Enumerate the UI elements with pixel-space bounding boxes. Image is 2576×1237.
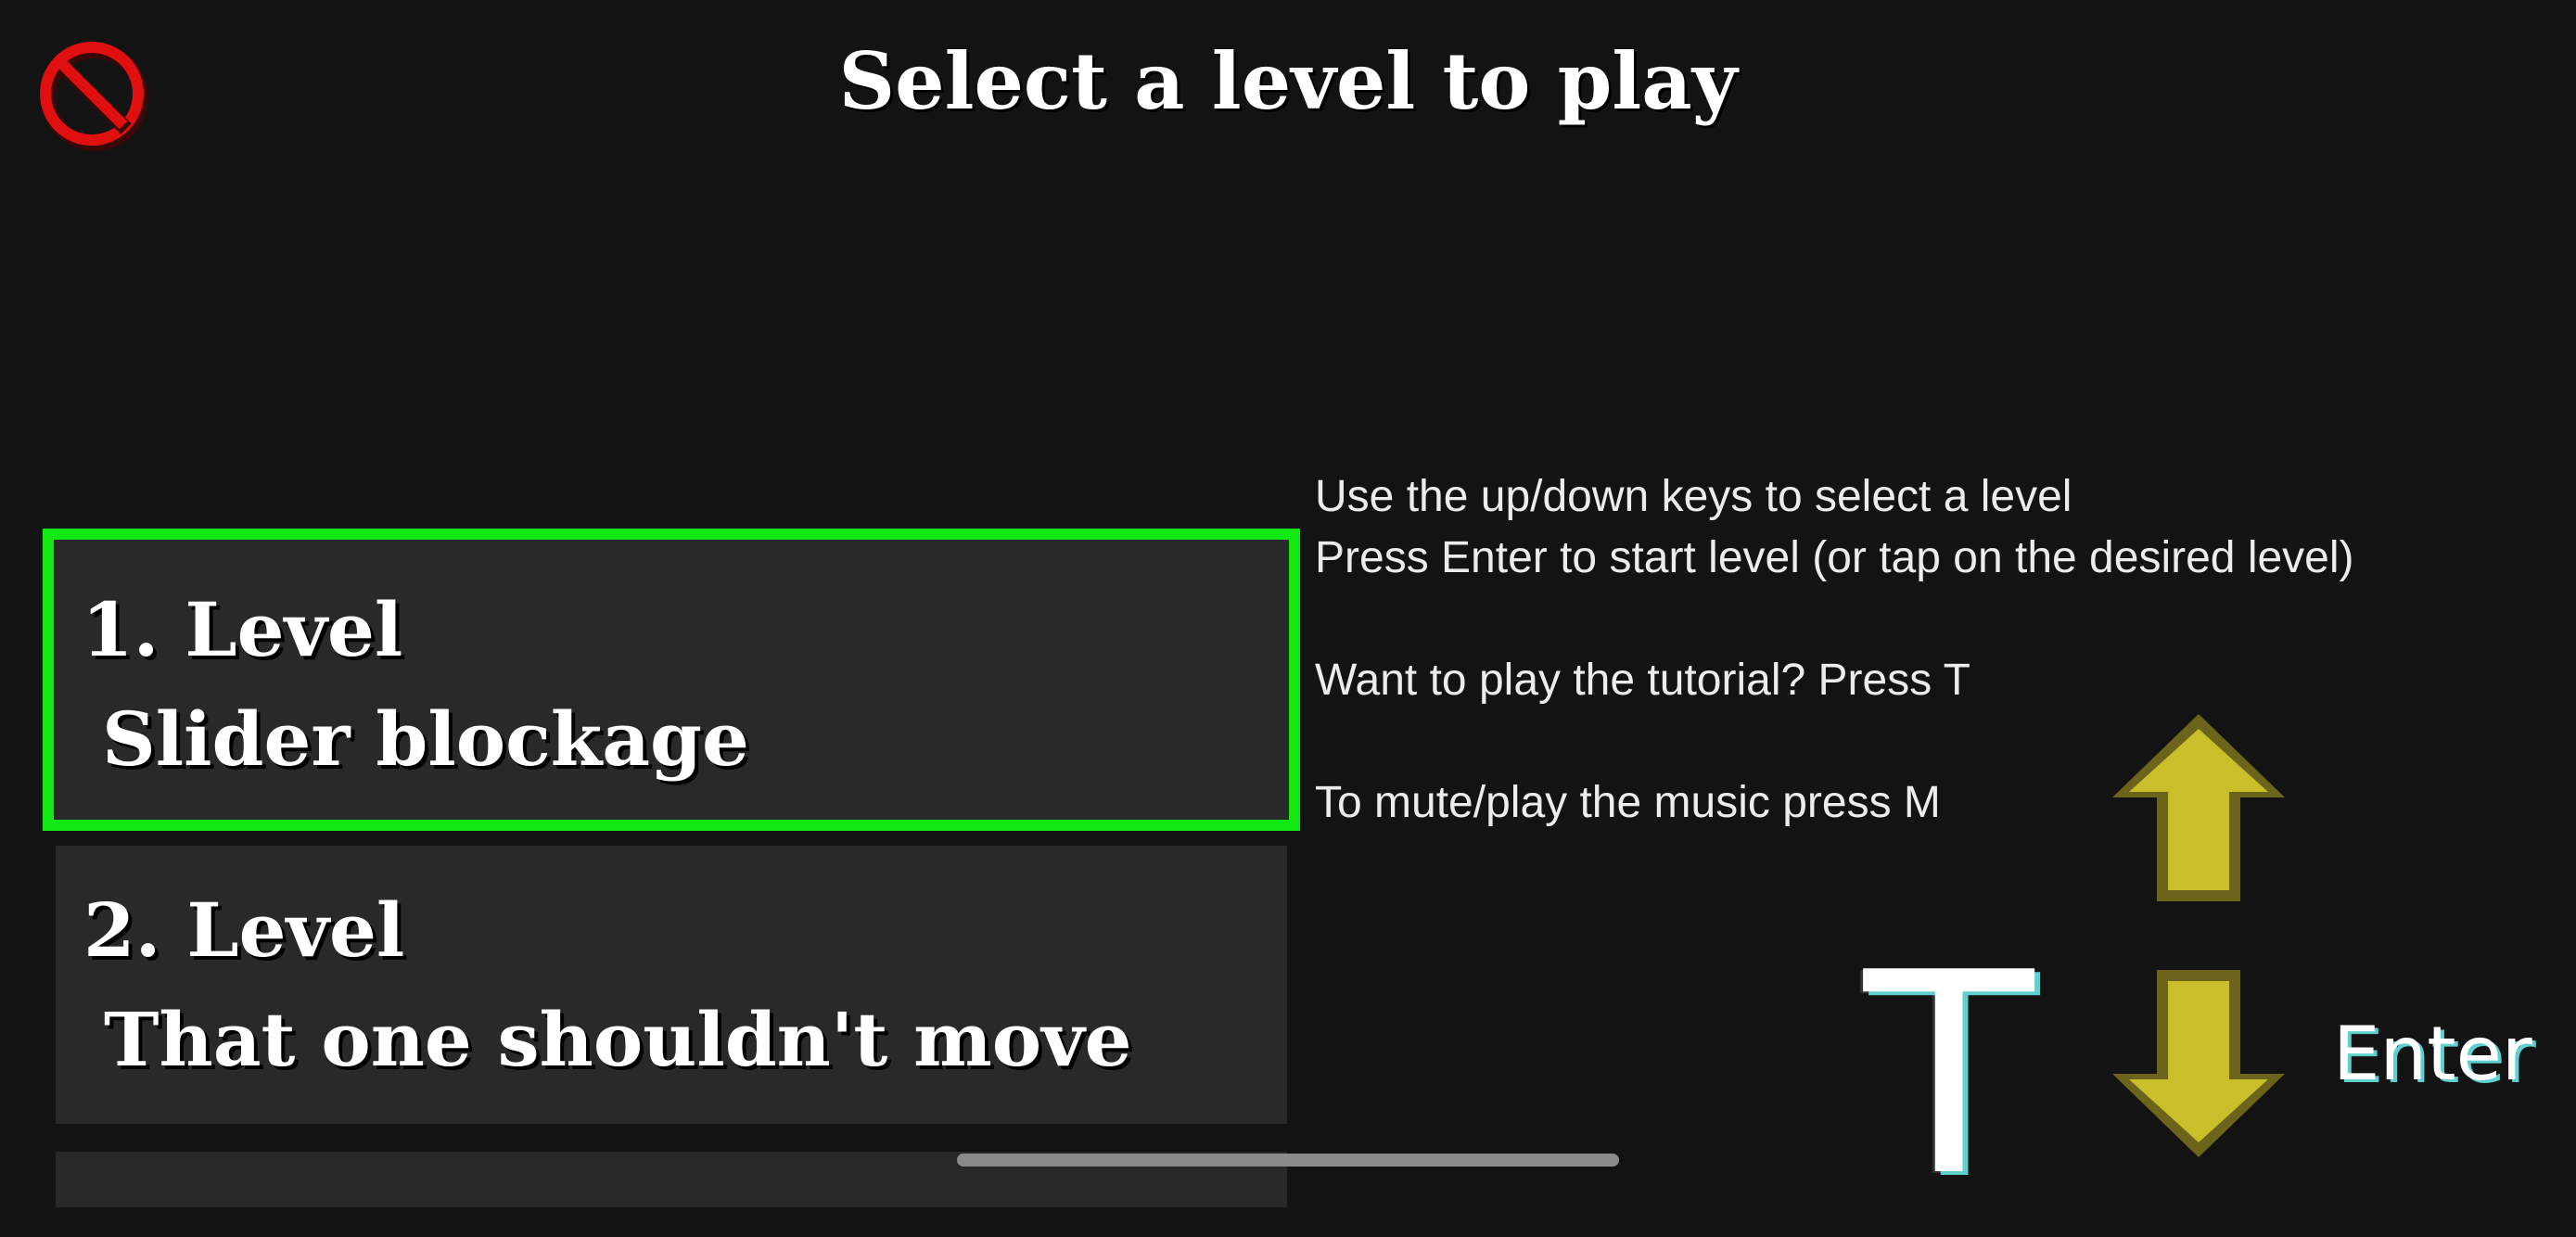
level-number: 1. Level <box>82 586 403 673</box>
instruction-enter: Press Enter to start level (or tap on th… <box>1315 533 2354 582</box>
level-number: 2. Level <box>83 886 405 974</box>
page-title: Select a level to play <box>838 35 1738 127</box>
arrow-up-icon <box>2112 714 2285 901</box>
level-card-1[interactable]: 1. Level Slider blockage <box>43 529 1300 831</box>
instruction-mute: To mute/play the music press M <box>1315 778 1941 827</box>
instruction-select: Use the up/down keys to select a level <box>1315 472 2072 521</box>
arrow-down-icon <box>2112 970 2285 1157</box>
enter-key-hint: Enter <box>2333 1011 2532 1097</box>
tutorial-key-hint: T <box>1864 913 2034 1237</box>
level-name: That one shouldn't move <box>104 996 1132 1083</box>
level-card-2[interactable]: 2. Level That one shouldn't move <box>56 846 1287 1124</box>
home-indicator-bar[interactable] <box>957 1154 1619 1167</box>
level-name: Slider blockage <box>102 695 749 783</box>
instruction-tutorial: Want to play the tutorial? Press T <box>1315 656 1970 705</box>
